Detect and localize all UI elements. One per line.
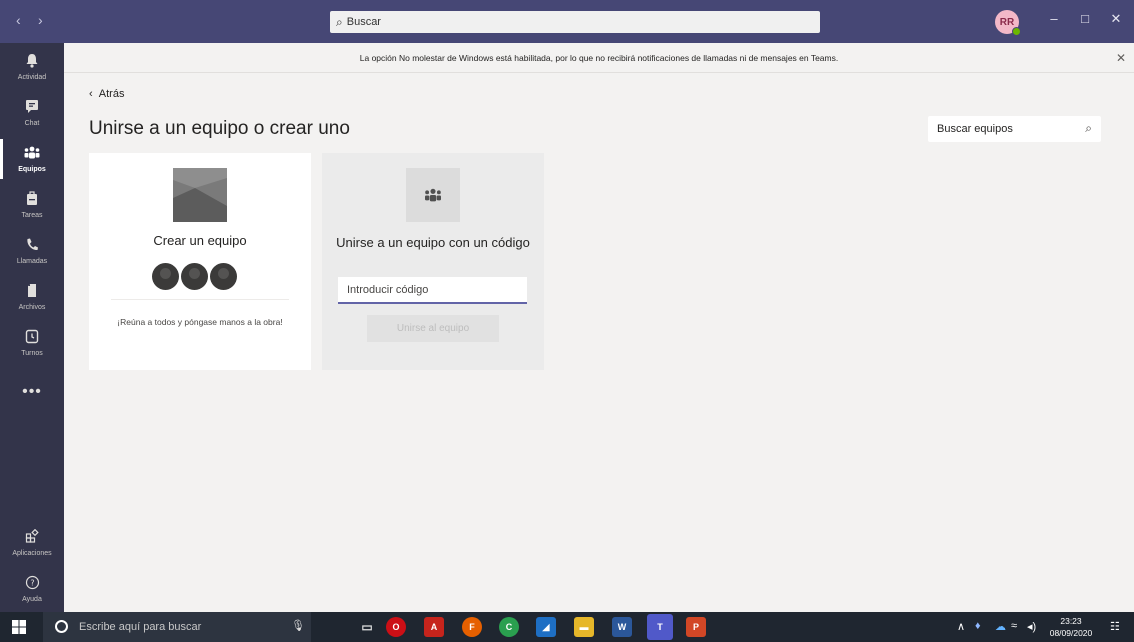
microphone-icon[interactable]: 🎙︎ (291, 619, 305, 632)
join-team-card: Unirse a un equipo con un código Unirse … (322, 153, 544, 370)
volume-icon[interactable]: ◂) (1027, 620, 1036, 633)
apps-icon (25, 528, 39, 547)
clock-time: 23:23 (1060, 616, 1082, 626)
windows-start-icon[interactable] (12, 620, 26, 634)
opera-icon[interactable]: O (386, 617, 406, 637)
rail-item-label: Actividad (17, 74, 47, 81)
create-team-card[interactable]: Crear un equipo ¡Reúna a todos y póngase… (89, 153, 311, 370)
search-input[interactable]: ⌕ Buscar (330, 11, 820, 33)
briefcase-icon (25, 191, 39, 209)
taskbar-search-placeholder: Escribe aquí para buscar (79, 621, 202, 633)
avatar-initials: RR (999, 16, 1015, 28)
close-icon[interactable]: ✕ (1106, 11, 1126, 27)
chevron-left-icon: ‹ (89, 88, 99, 100)
team-code-input[interactable] (338, 277, 527, 304)
notification-banner: La opción No molestar de Windows está ha… (64, 43, 1134, 73)
title-bar: ‹ › ⌕ Buscar RR – □ ✕ (0, 0, 1134, 43)
chevron-up-icon[interactable]: ∧ (957, 620, 965, 633)
phone-icon (25, 237, 39, 255)
join-team-button[interactable]: Unirse al equipo (367, 315, 499, 342)
close-icon[interactable]: ✕ (1116, 51, 1126, 65)
rail-item-label: Archivos (18, 304, 46, 311)
rail-item-archivos[interactable]: Archivos (0, 275, 64, 319)
back-label: Atrás (98, 88, 125, 100)
member-avatars (152, 263, 237, 290)
create-team-title: Crear un equipo (153, 233, 247, 248)
search-icon: ⌕ (336, 14, 343, 29)
avatar (152, 263, 179, 290)
rail-item-label: Ayuda (22, 596, 42, 603)
file-icon (25, 283, 39, 301)
clock-date: 08/09/2020 (1049, 628, 1093, 638)
file-explorer-icon[interactable]: ▬ (574, 617, 594, 637)
rail-item-actividad[interactable]: Actividad (0, 45, 64, 89)
help-icon: ? (25, 575, 40, 593)
word-icon[interactable]: W (612, 617, 632, 637)
maximize-icon[interactable]: □ (1075, 11, 1095, 26)
app-icon[interactable]: ◢ (536, 617, 556, 637)
teams-icon (425, 188, 441, 202)
chrome-icon[interactable]: C (499, 617, 519, 637)
teams-app-icon[interactable]: T (647, 614, 673, 640)
join-team-title: Unirse a un equipo con un código (336, 235, 530, 250)
banner-text: La opción No molestar de Windows está ha… (359, 52, 839, 63)
team-search-input[interactable]: Buscar equipos ⌕ (928, 116, 1101, 142)
page-title: Unirse a un equipo o crear uno (89, 118, 350, 139)
back-button[interactable]: ‹ Atrás (89, 88, 124, 100)
avatar (181, 263, 208, 290)
team-image-icon (173, 168, 227, 222)
cortana-icon (55, 620, 68, 633)
rail-item-ayuda[interactable]: ? Ayuda (0, 567, 64, 611)
rail-item-aplicaciones[interactable]: Aplicaciones (0, 521, 64, 565)
chat-icon (25, 99, 39, 117)
rail-item-chat[interactable]: Chat (0, 91, 64, 135)
avatar (210, 263, 237, 290)
teams-icon (23, 145, 41, 163)
windows-taskbar: Escribe aquí para buscar 🎙︎ ▭ O A F C ◢ … (0, 612, 1134, 642)
rail-item-turnos[interactable]: Turnos (0, 321, 64, 365)
onedrive-icon[interactable]: ☁ (995, 620, 1006, 633)
rail-item-label: Aplicaciones (12, 550, 52, 557)
create-team-description: ¡Reúna a todos y póngase manos a la obra… (117, 317, 283, 327)
search-placeholder: Buscar (346, 16, 381, 28)
rail-item-label: Chat (24, 120, 40, 127)
rail-item-equipos[interactable]: Equipos (0, 137, 64, 181)
firefox-icon[interactable]: F (462, 617, 482, 637)
presence-icon (1012, 27, 1021, 36)
taskbar-search-input[interactable]: Escribe aquí para buscar 🎙︎ (43, 612, 311, 642)
task-view-icon[interactable]: ▭ (357, 617, 377, 637)
rail-item-label: Equipos (18, 166, 46, 173)
minimize-icon[interactable]: – (1044, 11, 1064, 26)
rail-item-label: Turnos (21, 350, 43, 357)
back-arrow-icon[interactable]: ‹ (16, 12, 21, 28)
acrobat-icon[interactable]: A (424, 617, 444, 637)
rail-item-llamadas[interactable]: Llamadas (0, 229, 64, 273)
app-rail: Actividad Chat Equipos Tareas Llamadas A… (0, 43, 64, 612)
search-icon: ⌕ (1085, 121, 1092, 135)
powerpoint-icon[interactable]: P (686, 617, 706, 637)
team-image-icon (406, 168, 460, 222)
wifi-icon[interactable]: ≈ (1011, 620, 1017, 632)
bell-icon (25, 53, 39, 71)
forward-arrow-icon[interactable]: › (38, 12, 43, 28)
team-search-placeholder: Buscar equipos (937, 123, 1013, 135)
avatar[interactable]: RR (995, 10, 1021, 36)
rail-item-label: Tareas (21, 212, 43, 219)
svg-text:?: ? (30, 579, 34, 588)
rail-item-tareas[interactable]: Tareas (0, 183, 64, 227)
more-apps-icon[interactable]: ••• (0, 383, 64, 401)
divider (111, 299, 289, 300)
clock[interactable]: 23:23 08/09/2020 (1041, 615, 1101, 639)
clock-icon (25, 329, 39, 347)
rail-item-label: Llamadas (16, 258, 48, 265)
dropbox-icon[interactable]: ♦ (975, 620, 981, 632)
notifications-icon[interactable]: ☷ (1110, 620, 1120, 633)
